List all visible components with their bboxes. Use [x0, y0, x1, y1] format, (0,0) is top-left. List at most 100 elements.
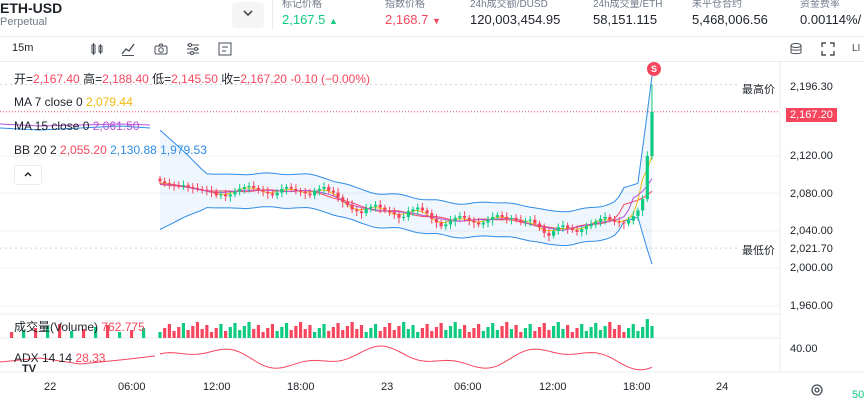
volume-bar — [556, 322, 560, 338]
stat-24h-turnover: 24h成交额/DUSD 120,003,454.95 — [470, 0, 560, 28]
candle-body — [205, 189, 209, 191]
ohlc-legend: 开=2,167.40 高=2,188.40 低=2,145.50 收=2,167… — [14, 72, 371, 86]
candle-body — [177, 185, 181, 187]
volume-bar — [575, 328, 579, 338]
timeframe-selector[interactable]: 15m — [12, 42, 33, 54]
candle-body — [261, 189, 265, 192]
candle-body — [341, 197, 345, 202]
candle-body — [214, 191, 218, 196]
volume-bar — [491, 323, 495, 338]
volume-bar — [275, 331, 279, 338]
volume-bar — [388, 323, 392, 338]
volume-bar — [472, 328, 476, 338]
layers-icon[interactable] — [788, 41, 804, 57]
volume-bar — [186, 330, 190, 338]
volume-bar — [383, 327, 387, 338]
volume-bar — [416, 332, 420, 338]
volume-bar — [247, 322, 251, 338]
volume-bar — [500, 326, 504, 338]
high-price-tag: 最高价 — [740, 81, 777, 97]
drawing-tools-icon[interactable] — [217, 41, 233, 57]
volume-bar — [280, 327, 284, 338]
volume-bar — [256, 325, 260, 338]
volume-bar — [533, 331, 537, 338]
fullscreen-icon[interactable] — [820, 41, 836, 57]
candle-type-icon[interactable] — [89, 41, 105, 57]
candle-body — [462, 216, 467, 218]
candle-body — [228, 194, 232, 197]
candle-body — [570, 228, 574, 231]
volume-bar — [641, 327, 645, 338]
chart-settings-icon[interactable] — [185, 41, 201, 57]
price-tick: 2,040.00 — [790, 225, 833, 237]
candle-body — [528, 219, 532, 221]
candle-body — [364, 208, 368, 214]
candle-body — [209, 190, 214, 192]
volume-bar — [355, 329, 359, 338]
candle-body — [378, 204, 382, 208]
stat-label: 24h成交额/DUSD — [470, 0, 548, 10]
candle-body — [289, 186, 293, 189]
candle-body — [444, 224, 448, 227]
time-label: 12:00 — [203, 381, 231, 393]
candle-body — [172, 184, 176, 186]
volume-bar — [603, 326, 607, 338]
volume-bar — [570, 332, 574, 338]
candle-body — [294, 188, 298, 191]
candle-body — [411, 209, 415, 212]
volume-bar — [177, 327, 181, 338]
camera-icon[interactable] — [153, 41, 169, 57]
candle-body — [195, 187, 200, 189]
candle-body — [266, 191, 270, 194]
signal-badge[interactable]: S — [647, 62, 661, 76]
price-tick: 2,080.00 — [790, 188, 833, 200]
time-label: 23 — [381, 381, 394, 393]
candle-body — [163, 181, 167, 184]
tradingview-logo: TV — [22, 363, 37, 375]
candle-body — [420, 207, 424, 211]
candle-body — [327, 186, 331, 191]
candle-body — [388, 210, 392, 213]
volume-bar — [252, 329, 256, 338]
volume-bar — [209, 332, 214, 338]
stat-index-price: 指数价格 2,168.7 ▼ — [385, 0, 441, 29]
chart-canvas[interactable] — [0, 62, 864, 411]
candle-body — [491, 216, 495, 220]
candle-body — [608, 216, 612, 220]
volume-bar — [458, 329, 462, 338]
symbol-name[interactable]: ETH-USD — [0, 0, 62, 16]
candle-body — [355, 209, 359, 212]
volume-bar — [425, 324, 429, 338]
candle-body — [542, 227, 546, 233]
volume-bar — [608, 322, 612, 338]
symbol-dropdown-button[interactable] — [232, 2, 264, 28]
volume-bar — [566, 325, 570, 338]
volume-bar — [462, 325, 467, 338]
volume-bar — [636, 331, 640, 338]
volume-bar — [308, 325, 312, 338]
candle-body — [369, 206, 373, 209]
candle-body — [448, 220, 453, 225]
volume-bar — [439, 323, 443, 338]
collapse-legend-button[interactable] — [14, 165, 42, 185]
chevron-down-icon — [241, 6, 255, 25]
stat-value: 58,151.115 — [593, 12, 658, 27]
candle-body — [617, 221, 621, 223]
price-chart[interactable]: 开=2,167.40 高=2,188.40 低=2,145.50 收=2,167… — [0, 62, 864, 411]
volume-bar — [214, 328, 218, 338]
volume-bar — [303, 329, 307, 338]
chart-settings-gear-icon[interactable] — [810, 383, 824, 402]
adx-tick: 40.00 — [790, 343, 818, 355]
volume-bar — [167, 324, 171, 338]
indicators-icon[interactable] — [120, 41, 136, 57]
volume-bar — [341, 330, 345, 338]
candle-body — [158, 178, 162, 182]
time-label: 24 — [716, 381, 729, 393]
candle-body — [589, 224, 593, 227]
volume-legend: 成交量(Volume) 762.775 — [14, 320, 145, 334]
volume-bar — [238, 330, 242, 338]
candle-body — [256, 187, 260, 190]
candle-body — [584, 226, 588, 230]
volume-bar — [242, 326, 246, 338]
time-label: 18:00 — [623, 381, 651, 393]
